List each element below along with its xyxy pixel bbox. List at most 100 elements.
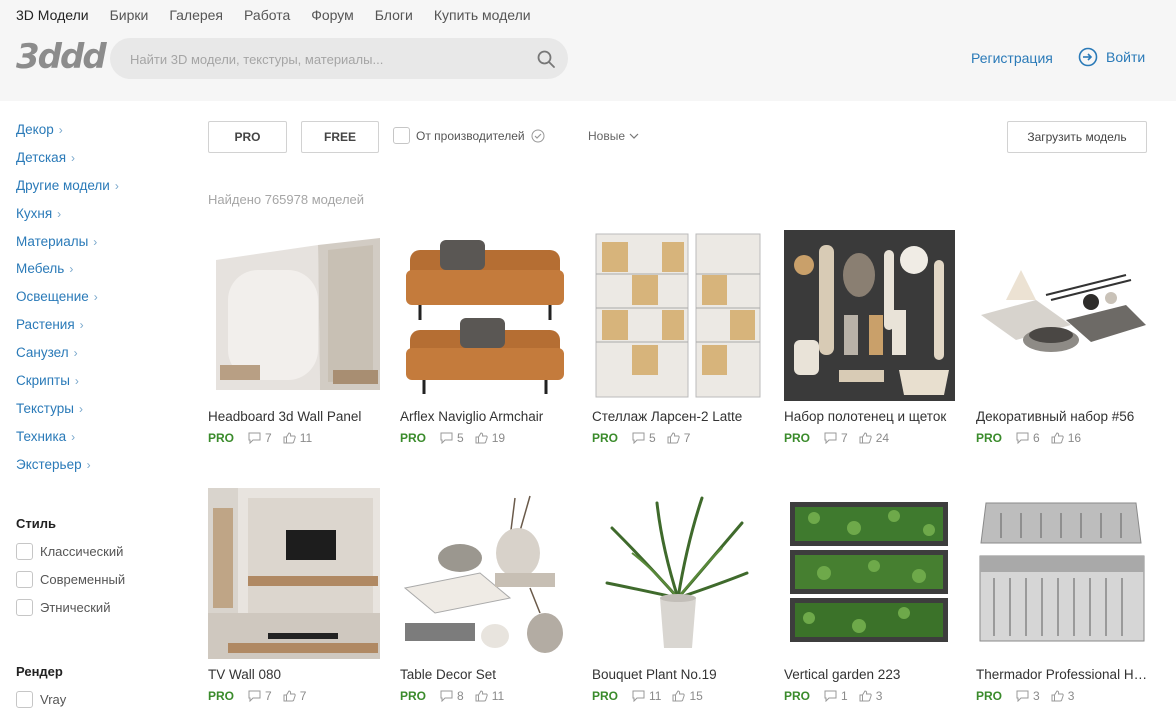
search-input[interactable] [130,48,530,70]
login-button[interactable]: Войти [1078,47,1145,67]
manufacturer-filter[interactable]: От производителей [393,127,545,144]
comments-count: 5 [649,431,656,445]
category-lighting[interactable]: Освещение › [16,287,186,315]
model-card[interactable]: Headboard 3d Wall Panel PRO 7 11 [208,230,380,445]
checkbox[interactable] [16,543,33,560]
category-materials[interactable]: Материалы › [16,232,186,260]
manufacturer-label: От производителей [416,128,525,143]
model-card[interactable]: TV Wall 080 PRO 7 7 [208,488,380,703]
checkbox[interactable] [16,691,33,708]
model-meta: PRO 11 15 [592,689,764,703]
nav-blogs[interactable]: Блоги [375,6,413,24]
comments-count: 7 [265,689,272,703]
model-thumbnail[interactable] [208,488,380,659]
model-card[interactable]: Vertical garden 223 PRO 1 3 [784,488,956,703]
model-title[interactable]: Headboard 3d Wall Panel [208,409,380,425]
model-thumbnail[interactable] [976,230,1148,401]
model-card[interactable]: Table Decor Set PRO 8 11 [400,488,572,703]
category-label: Растения [16,317,75,333]
chevron-right-icon: › [74,374,79,389]
comment-icon [632,432,645,444]
render-vray-option[interactable]: Vray [16,691,66,708]
model-meta: PRO 5 19 [400,431,572,445]
model-card[interactable]: Декоративный набор #56 PRO 6 16 [976,230,1148,445]
model-title[interactable]: Стеллаж Ларсен-2 Latte [592,409,764,425]
comment-icon [824,690,837,702]
model-thumbnail[interactable] [784,230,956,401]
free-filter-button[interactable]: FREE [301,121,379,153]
upload-model-button[interactable]: Загрузить модель [1007,121,1147,153]
model-card[interactable]: Thermador Professional Hood PRO 3 3 [976,488,1148,703]
model-thumbnail[interactable] [976,488,1148,659]
category-sidebar: Декор › Детская › Другие модели › Кухня › Ма… [16,120,186,483]
nav-buy-models[interactable]: Купить модели [434,6,531,24]
model-card[interactable]: Стеллаж Ларсен-2 Latte PRO 5 7 [592,230,764,445]
like-icon [475,432,488,444]
model-title[interactable]: Arflex Naviglio Armchair [400,409,572,425]
sort-dropdown[interactable]: Новые [588,129,639,143]
likes-count: 11 [299,431,313,445]
category-plants[interactable]: Растения › [16,315,186,343]
model-thumbnail[interactable] [784,488,956,659]
comment-icon [1016,432,1029,444]
style-ethnic-option[interactable]: Этнический [16,599,110,616]
category-scripts[interactable]: Скрипты › [16,371,186,399]
nav-jobs[interactable]: Работа [244,6,290,24]
comment-icon [632,690,645,702]
pro-badge: PRO [784,431,811,445]
site-logo[interactable]: 3ddd [16,40,107,76]
comments-count: 7 [841,431,848,445]
model-card[interactable]: Arflex Naviglio Armchair PRO 5 19 [400,230,572,445]
model-meta: PRO 8 11 [400,689,572,703]
nav-forum[interactable]: Форум [311,6,354,24]
register-link[interactable]: Регистрация [971,50,1053,66]
category-appliances[interactable]: Техника › [16,427,186,455]
model-title[interactable]: Table Decor Set [400,667,572,683]
model-thumbnail[interactable] [208,230,380,401]
comments-count: 3 [1033,689,1040,703]
model-title[interactable]: Набор полотенец и щеток [784,409,956,425]
nav-gallery[interactable]: Галерея [169,6,223,24]
category-bathroom[interactable]: Санузел › [16,343,186,371]
model-thumbnail[interactable] [400,488,572,659]
option-label: Классический [40,544,124,559]
checkbox[interactable] [16,599,33,616]
model-card[interactable]: Bouquet Plant No.19 PRO 11 15 [592,488,764,703]
chevron-right-icon: › [71,150,76,165]
pro-badge: PRO [592,431,619,445]
model-meta: PRO 3 3 [976,689,1148,703]
model-title[interactable]: Vertical garden 223 [784,667,956,683]
category-kids[interactable]: Детская › [16,148,186,176]
category-other[interactable]: Другие модели › [16,176,186,204]
model-thumbnail[interactable] [400,230,572,401]
model-title[interactable]: TV Wall 080 [208,667,380,683]
nav-tags[interactable]: Бирки [110,6,149,24]
nav-3d-models[interactable]: 3D Модели [16,6,89,24]
chevron-right-icon: › [79,318,84,333]
pro-badge: PRO [784,689,811,703]
likes-count: 24 [875,431,890,445]
pro-badge: PRO [400,689,427,703]
model-title[interactable]: Декоративный набор #56 [976,409,1148,425]
model-card[interactable]: Набор полотенец и щеток PRO 7 24 [784,230,956,445]
model-thumbnail[interactable] [592,488,764,659]
category-kitchen[interactable]: Кухня › [16,204,186,232]
model-thumbnail[interactable] [592,230,764,401]
style-classic-option[interactable]: Классический [16,543,123,560]
model-title[interactable]: Bouquet Plant No.19 [592,667,764,683]
category-exterior[interactable]: Экстерьер › [16,455,186,483]
style-modern-option[interactable]: Современный [16,571,125,588]
verified-badge-icon [531,129,545,142]
category-textures[interactable]: Текстуры › [16,399,186,427]
category-decor[interactable]: Декор › [16,120,186,148]
category-furniture[interactable]: Мебель › [16,259,186,287]
search-icon[interactable] [536,49,556,69]
likes-count: 19 [491,431,506,445]
like-icon [1051,690,1064,702]
model-title[interactable]: Thermador Professional Hood [976,667,1148,683]
checkbox[interactable] [16,571,33,588]
category-label: Экстерьер [16,456,82,472]
pro-filter-button[interactable]: PRO [208,121,287,153]
checkbox[interactable] [393,127,410,144]
pro-badge: PRO [976,431,1003,445]
